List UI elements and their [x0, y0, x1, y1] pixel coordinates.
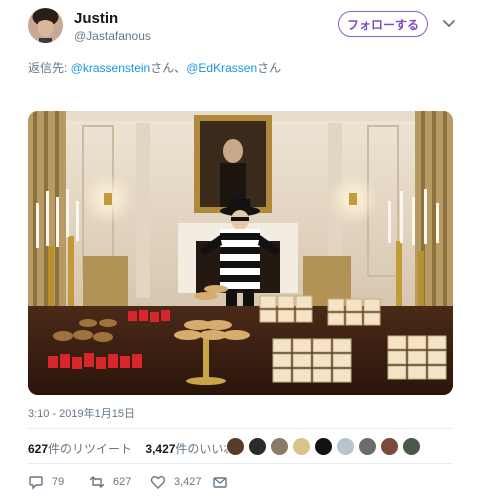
retweet-action-count: 627 [113, 476, 132, 488]
like-count: 3,427 [145, 442, 176, 456]
reply-to-line: 返信先: @krassensteinさん、@EdKrassenさん [28, 59, 281, 76]
liker-avatar[interactable] [248, 437, 267, 456]
liker-avatar[interactable] [270, 437, 289, 456]
reply-count: 79 [52, 476, 65, 488]
tweet-timestamp[interactable]: 3:10 - 2019年1月15日 [28, 405, 135, 421]
mention-edkrassen[interactable]: @EdKrassen [186, 61, 257, 75]
mail-icon [213, 477, 227, 488]
engagement-stats: 627件のリツイート 3,427件のいいね [28, 440, 235, 457]
display-name[interactable]: Justin [74, 10, 118, 27]
retweet-count: 627 [28, 442, 49, 456]
reply-icon [29, 476, 43, 490]
liker-avatar[interactable] [402, 437, 421, 456]
message-button[interactable] [212, 474, 236, 490]
reply-joiner: さん、 [150, 61, 187, 75]
reply-prefix: 返信先: [28, 61, 71, 75]
divider [28, 428, 452, 429]
retweet-icon [89, 476, 105, 488]
like-icon [150, 476, 166, 489]
reply-button[interactable]: 79 [28, 474, 64, 490]
liker-avatar[interactable] [226, 437, 245, 456]
user-handle[interactable]: @Jastafanous [74, 29, 151, 43]
like-stat[interactable]: 3,427件のいいね [145, 442, 235, 456]
follow-button[interactable]: フォローする [338, 11, 428, 37]
tweet-photo[interactable] [28, 111, 453, 395]
avatar[interactable] [28, 8, 63, 43]
mention-krassenstein[interactable]: @krassenstein [71, 61, 151, 75]
retweet-label: 件のリツイート [48, 442, 133, 456]
liker-avatar[interactable] [292, 437, 311, 456]
liker-avatar[interactable] [358, 437, 377, 456]
chevron-down-icon[interactable] [442, 17, 456, 31]
tweet-header: Justin @Jastafanous フォローする [28, 8, 468, 48]
retweet-button[interactable]: 627 [89, 474, 131, 490]
like-button[interactable]: 3,427 [150, 474, 202, 490]
retweet-stat[interactable]: 627件のリツイート [28, 442, 132, 456]
reply-suffix: さん [257, 61, 282, 75]
like-action-count: 3,427 [174, 476, 202, 488]
liker-avatar[interactable] [380, 437, 399, 456]
liker-avatar[interactable] [336, 437, 355, 456]
tweet-actions: 79 627 3,427 [28, 474, 328, 492]
divider [28, 463, 452, 464]
liker-avatar[interactable] [314, 437, 333, 456]
